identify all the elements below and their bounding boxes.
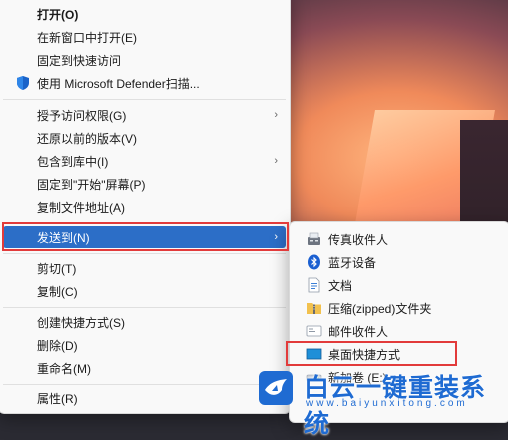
menu-separator [3,99,286,100]
menu-item-pin-start[interactable]: 固定到"开始"屏幕(P) [3,173,286,195]
bluetooth-icon [308,254,320,270]
chevron-right-icon: › [274,231,278,243]
menu-separator [3,307,286,308]
submenu-item-mail[interactable]: 邮件收件人 [294,320,505,342]
menu-item-pin-quick-access[interactable]: 固定到快速访问 [3,49,286,71]
menu-item-send-to[interactable]: 发送到(N) › [3,226,286,248]
watermark: 白云一键重装系统 www.baiyunxitong.com [258,366,508,438]
menu-item-include-library[interactable]: 包含到库中(I) › [3,150,286,172]
bird-logo-icon [259,371,293,405]
submenu-item-desktop-shortcut[interactable]: 桌面快捷方式 [294,343,505,365]
menu-item-create-shortcut[interactable]: 创建快捷方式(S) [3,311,286,333]
fax-icon [308,232,320,245]
menu-item-properties[interactable]: 属性(R) [3,387,286,409]
submenu-item-fax[interactable]: 传真收件人 [294,228,505,250]
chevron-right-icon: › [274,155,278,167]
menu-item-copy-path[interactable]: 复制文件地址(A) [3,196,286,218]
menu-item-open[interactable]: 打开(O) [3,3,286,25]
watermark-url: www.baiyunxitong.com [306,398,468,409]
chevron-right-icon: › [274,109,278,121]
menu-item-cut[interactable]: 剪切(T) [3,257,286,279]
menu-separator [3,384,286,385]
context-menu: 打开(O) 在新窗口中打开(E) 固定到快速访问 使用 Microsoft De… [0,0,291,414]
menu-item-defender-scan[interactable]: 使用 Microsoft Defender扫描... [3,72,286,94]
defender-shield-icon [17,76,29,90]
menu-separator [3,223,286,224]
menu-item-restore-versions[interactable]: 还原以前的版本(V) [3,127,286,149]
zip-folder-icon [307,303,321,314]
document-icon [308,277,320,293]
desktop-icon [306,348,322,360]
menu-item-open-new-window[interactable]: 在新窗口中打开(E) [3,26,286,48]
submenu-item-documents[interactable]: 文档 [294,274,505,296]
menu-item-delete[interactable]: 删除(D) [3,334,286,356]
menu-item-rename[interactable]: 重命名(M) [3,357,286,379]
submenu-item-bluetooth[interactable]: 蓝牙设备 [294,251,505,273]
submenu-item-zip[interactable]: 压缩(zipped)文件夹 [294,297,505,319]
mail-icon [306,325,322,337]
menu-item-grant-access[interactable]: 授予访问权限(G) › [3,104,286,126]
menu-separator [3,253,286,254]
menu-item-copy[interactable]: 复制(C) [3,280,286,302]
